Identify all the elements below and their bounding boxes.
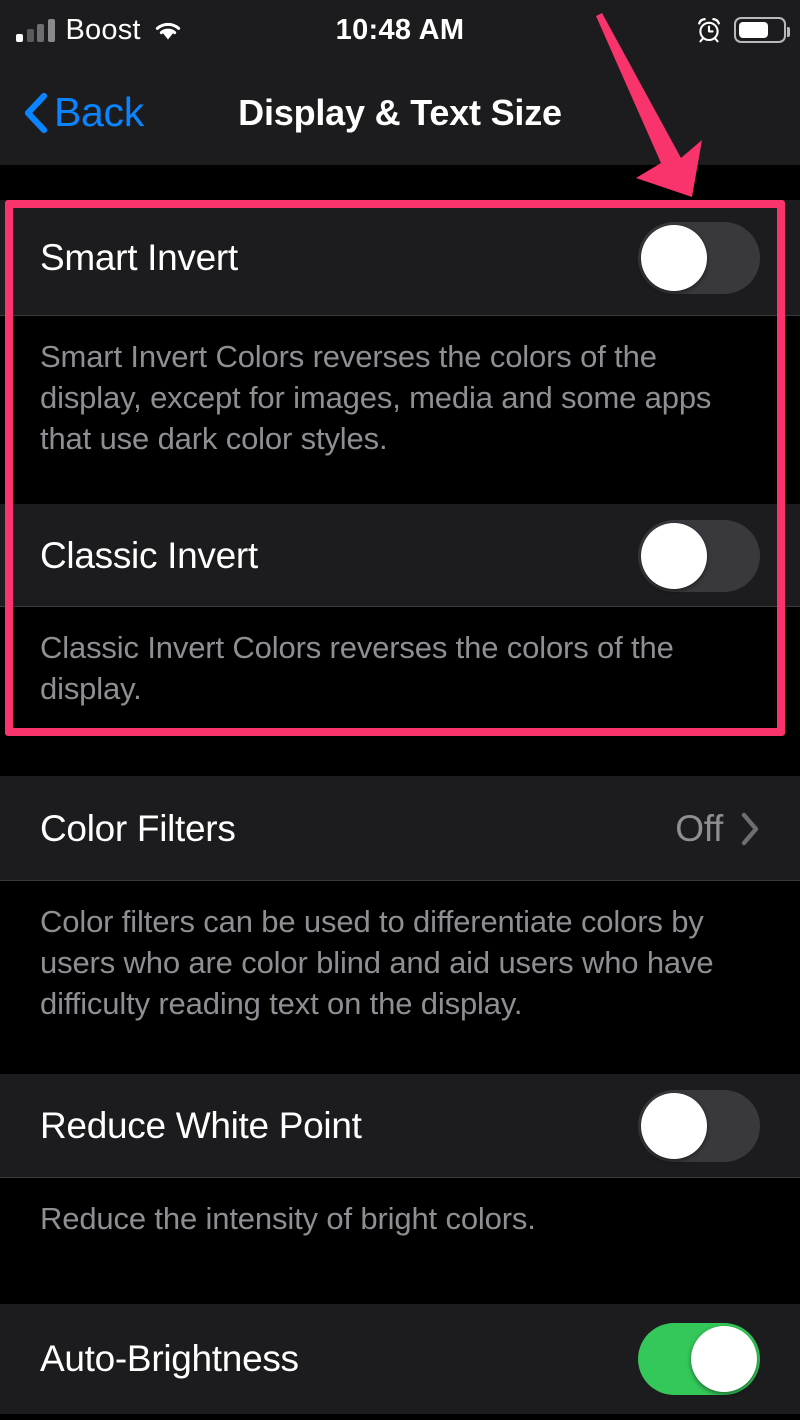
row-color-filters[interactable]: Color Filters Off — [0, 776, 800, 881]
row-classic-invert[interactable]: Classic Invert — [0, 504, 800, 607]
section-gap-top — [0, 165, 800, 200]
section-gap — [0, 1036, 800, 1074]
toggle-smart-invert[interactable] — [638, 222, 760, 294]
status-bar: Boost 10:48 AM — [0, 0, 800, 60]
row-separator — [0, 1177, 800, 1178]
footnote-color-filters: Color filters can be used to differentia… — [0, 881, 800, 1036]
row-auto-brightness[interactable]: Auto-Brightness — [0, 1304, 800, 1414]
row-separator — [0, 606, 800, 607]
row-label-classic-invert: Classic Invert — [40, 534, 258, 576]
alarm-clock-icon — [696, 17, 722, 43]
toggle-auto-brightness[interactable] — [638, 1323, 760, 1395]
footnote-smart-invert: Smart Invert Colors reverses the colors … — [0, 316, 800, 504]
row-label-auto-brightness: Auto-Brightness — [40, 1338, 299, 1379]
iphone-screen: Boost 10:48 AM Back Display & Text Size … — [0, 0, 800, 1420]
battery-icon — [734, 17, 790, 43]
row-value-color-filters: Off — [675, 807, 723, 849]
row-separator — [0, 315, 800, 316]
settings-list: Smart Invert Smart Invert Colors reverse… — [0, 165, 800, 1420]
row-label-color-filters: Color Filters — [40, 807, 236, 849]
toggle-classic-invert[interactable] — [638, 519, 760, 592]
row-label-reduce-white-point: Reduce White Point — [40, 1105, 362, 1146]
row-separator — [0, 880, 800, 881]
status-bar-clock: 10:48 AM — [335, 13, 465, 46]
row-smart-invert[interactable]: Smart Invert — [0, 200, 800, 316]
status-bar-right — [696, 17, 790, 43]
navigation-bar: Back Display & Text Size — [0, 60, 800, 165]
footnote-classic-invert: Classic Invert Colors reverses the color… — [0, 607, 800, 722]
page-title: Display & Text Size — [238, 91, 562, 133]
footnote-reduce-white-point: Reduce the intensity of bright colors. — [0, 1178, 800, 1258]
toggle-reduce-white-point[interactable] — [638, 1090, 760, 1162]
section-gap — [0, 722, 800, 776]
chevron-right-icon — [741, 812, 760, 846]
row-reduce-white-point[interactable]: Reduce White Point — [0, 1074, 800, 1178]
row-label-smart-invert: Smart Invert — [40, 237, 238, 278]
section-gap — [0, 1258, 800, 1304]
